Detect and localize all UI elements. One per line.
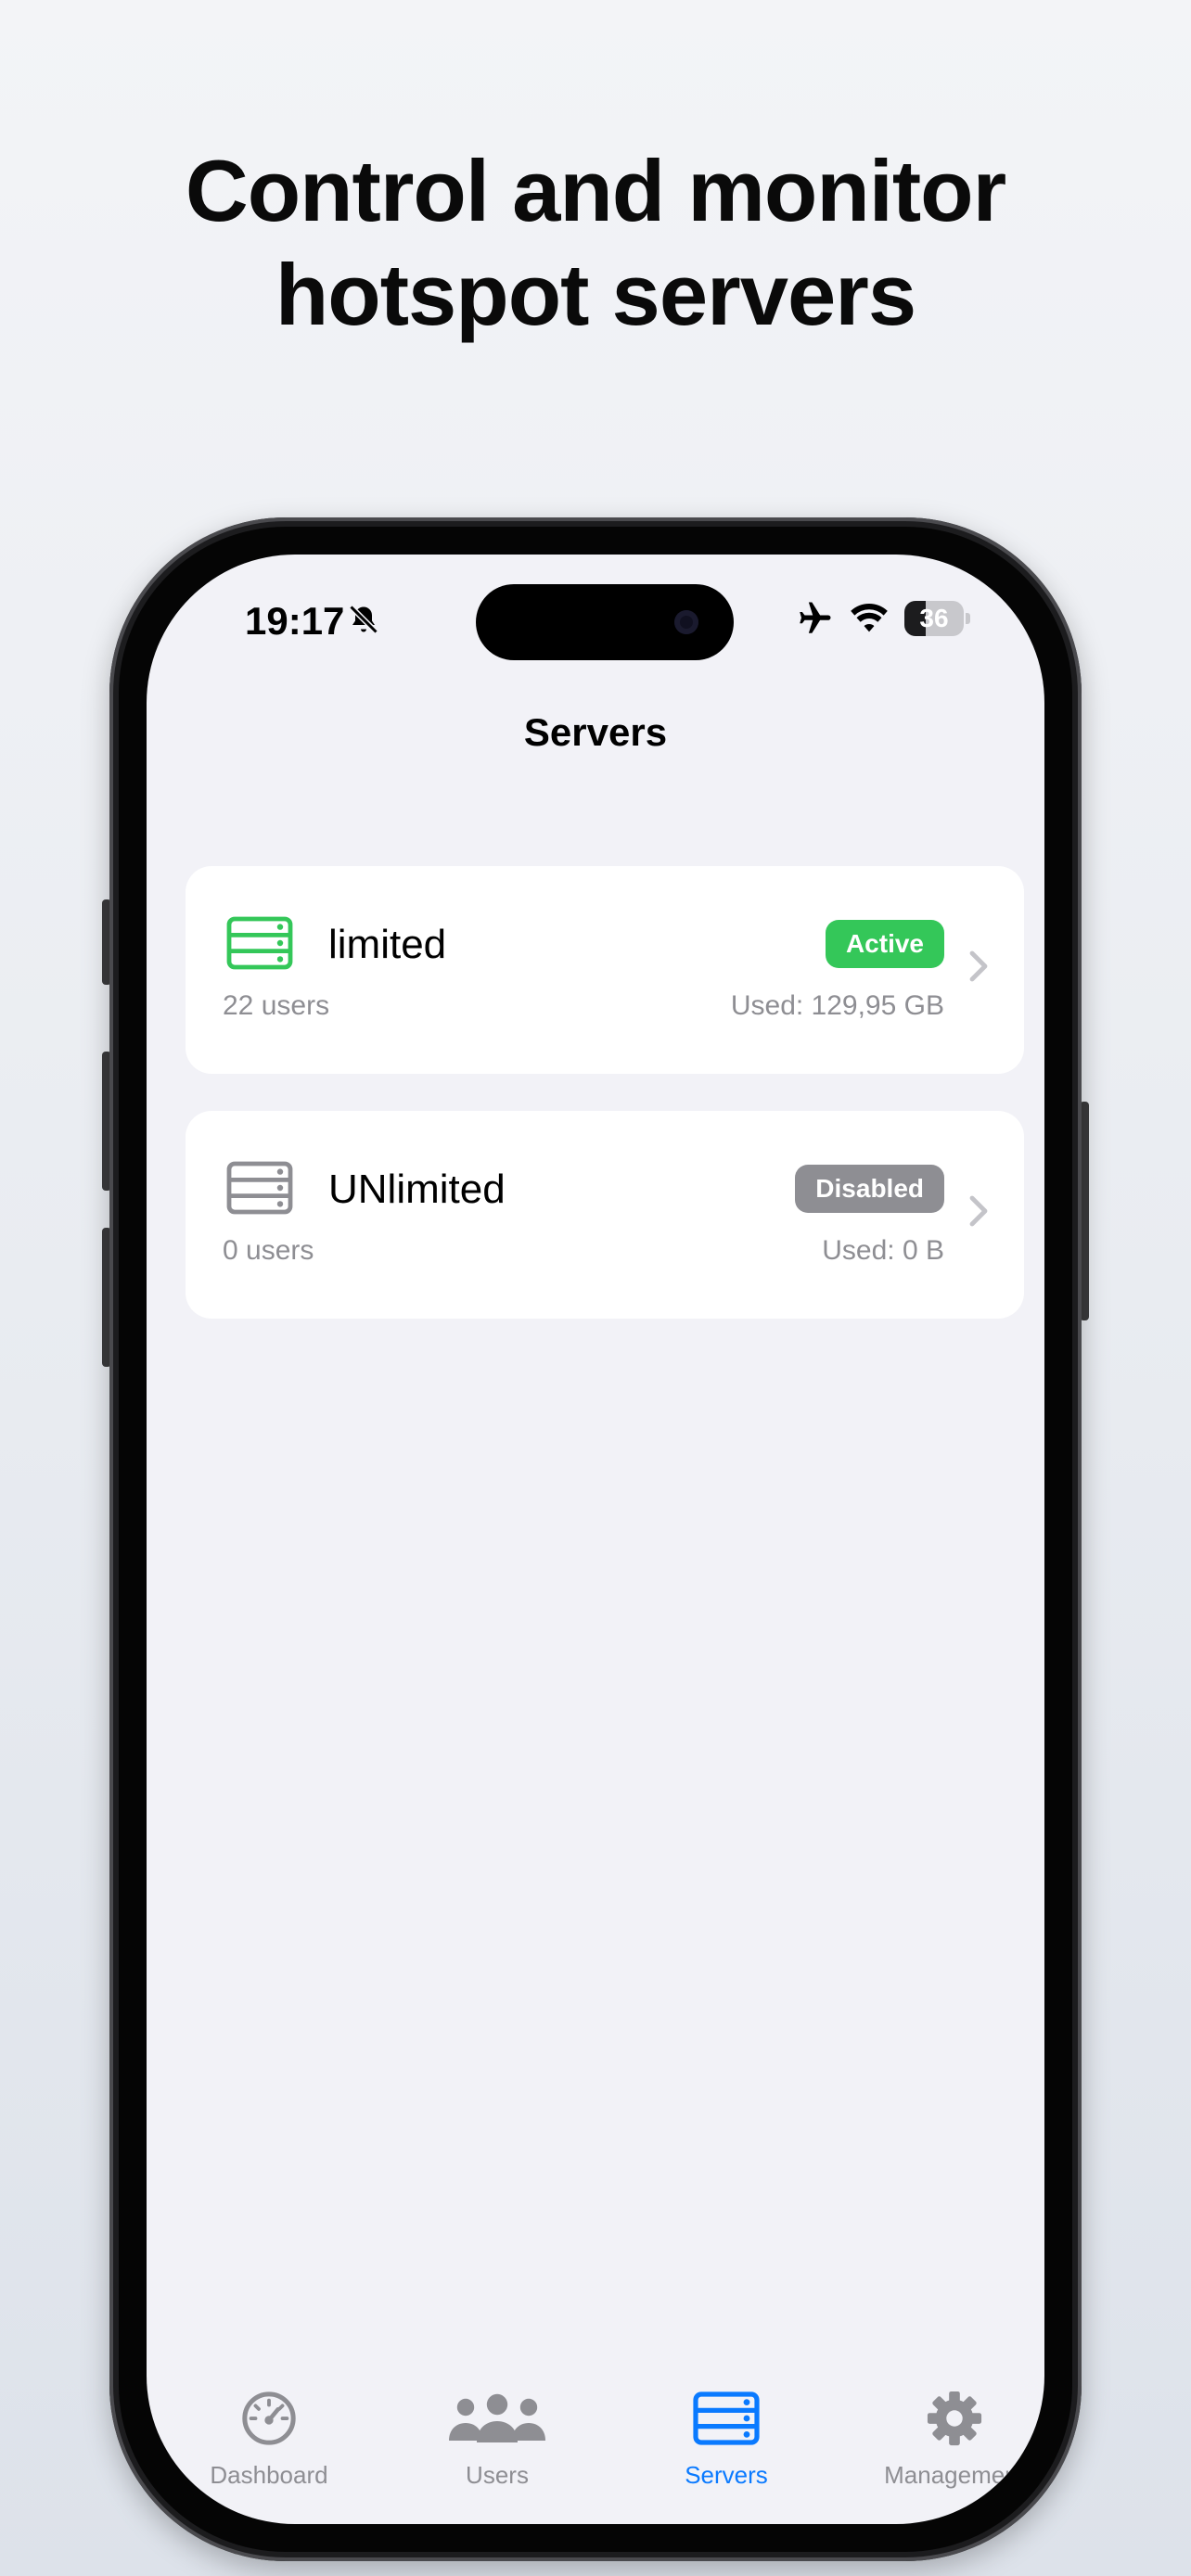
server-icon [693, 2391, 760, 2445]
server-usage: Used: 129,95 GB [730, 990, 944, 1021]
wifi-icon [851, 604, 888, 632]
tab-label: Servers [685, 2461, 768, 2489]
dynamic-island [476, 584, 734, 660]
server-name: limited [328, 922, 447, 967]
server-icon [226, 916, 293, 970]
chevron-right-icon [969, 1195, 988, 1227]
server-card-unlimited[interactable]: UNlimited Disabled 0 users Used: 0 B [186, 1111, 1024, 1319]
bell-slash-icon [349, 605, 378, 634]
speedometer-icon [242, 2391, 296, 2445]
tab-dashboard[interactable]: Dashboard [167, 2381, 371, 2490]
tab-label: Management [884, 2461, 1025, 2489]
tab-servers[interactable]: Servers [624, 2381, 828, 2490]
tab-users[interactable]: Users [395, 2381, 599, 2490]
airplane-icon [800, 602, 831, 633]
chevron-right-icon [969, 950, 988, 982]
tab-label: Dashboard [210, 2461, 328, 2489]
server-usage: Used: 0 B [822, 1235, 944, 1266]
status-icons: 36 [795, 599, 970, 638]
server-icon [226, 1161, 293, 1215]
phone-screen: 19:17 36 Servers limited Active 22 users… [147, 555, 1044, 2524]
server-card-limited[interactable]: limited Active 22 users Used: 129,95 GB [186, 866, 1024, 1074]
status-time: 19:17 [245, 599, 345, 643]
tab-bar: Dashboard Users Servers Management [147, 2381, 1044, 2511]
tab-label: Users [466, 2461, 529, 2489]
gear-icon [927, 2391, 982, 2446]
battery-percent: 36 [919, 604, 949, 632]
server-name: UNlimited [328, 1167, 506, 1212]
battery-nub [966, 613, 970, 624]
users-icon [449, 2393, 545, 2442]
tab-management[interactable]: Management [852, 2381, 1044, 2490]
headline-line-1: Control and monitor [185, 142, 1006, 239]
status-badge: Active [825, 920, 944, 968]
battery-icon: 36 [904, 601, 964, 636]
server-user-count: 0 users [223, 1235, 314, 1266]
phone-frame: 19:17 36 Servers limited Active 22 users… [109, 517, 1082, 2561]
camera-icon [674, 610, 698, 634]
server-user-count: 22 users [223, 990, 330, 1021]
headline: Control and monitor hotspot servers [0, 139, 1191, 347]
headline-line-2: hotspot servers [275, 246, 916, 343]
phone-bezel: 19:17 36 Servers limited Active 22 users… [119, 527, 1072, 2552]
status-badge: Disabled [795, 1165, 944, 1213]
page-title: Servers [523, 710, 668, 754]
